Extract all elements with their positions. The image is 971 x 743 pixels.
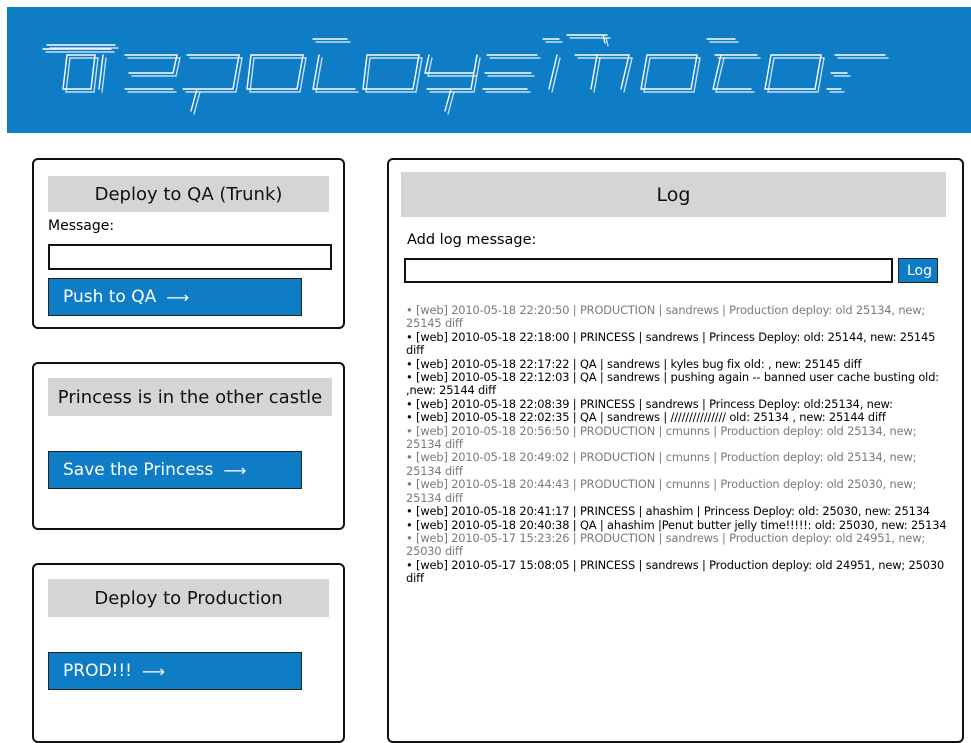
- log-entry: • [web] 2010-05-17 15:08:05 | PRINCESS |…: [406, 557, 945, 586]
- log-entry: • [web] 2010-05-18 20:41:17 | PRINCESS |…: [406, 504, 930, 519]
- log-entry: • [web] 2010-05-17 15:23:26 | PRODUCTION…: [406, 530, 926, 559]
- log-message-input[interactable]: [404, 258, 893, 283]
- log-entry: • [web] 2010-05-18 20:44:43 | PRODUCTION…: [406, 477, 917, 505]
- qa-panel-title: Deploy to QA (Trunk): [48, 176, 329, 212]
- production-panel: Deploy to Production PROD!!! ⟶: [32, 563, 345, 743]
- push-to-qa-label: Push to QA: [63, 287, 157, 307]
- log-entry: • [web] 2010-05-18 22:12:03 | QA | sandr…: [406, 370, 939, 398]
- production-panel-title: Deploy to Production: [48, 579, 329, 617]
- log-entry: • [web] 2010-05-18 22:08:39 | PRINCESS |…: [406, 396, 893, 411]
- log-button[interactable]: Log: [898, 258, 938, 283]
- prod-button-label: PROD!!!: [63, 661, 132, 681]
- qa-deploy-panel: Deploy to QA (Trunk) Message: Push to QA…: [32, 158, 345, 329]
- qa-message-label: Message:: [48, 218, 115, 234]
- deploymotron-logo: [42, 34, 889, 115]
- arrow-right-icon: ⟶: [223, 460, 247, 480]
- header-banner: [7, 7, 971, 133]
- push-to-qa-button[interactable]: Push to QA ⟶: [48, 278, 302, 316]
- log-entry: • [web] 2010-05-18 20:49:02 | PRODUCTION…: [406, 450, 917, 478]
- log-entries-list: • [web] 2010-05-18 22:20:50 | PRODUCTION…: [406, 303, 952, 586]
- log-button-label: Log: [907, 262, 933, 279]
- save-the-princess-label: Save the Princess: [63, 460, 214, 480]
- log-entry: • [web] 2010-05-18 20:56:50 | PRODUCTION…: [406, 423, 917, 452]
- log-panel-title: Log: [401, 172, 946, 217]
- arrow-right-icon: ⟶: [166, 287, 190, 307]
- prod-button[interactable]: PROD!!! ⟶: [48, 652, 302, 690]
- arrow-right-icon: ⟶: [141, 661, 165, 681]
- princess-panel: Princess is in the other castle Save the…: [32, 362, 345, 530]
- princess-panel-title: Princess is in the other castle: [48, 378, 332, 416]
- log-entry: • [web] 2010-05-18 20:40:38 | QA | ahash…: [406, 517, 947, 532]
- log-entry: • [web] 2010-05-18 22:18:00 | PRINCESS |…: [406, 329, 936, 358]
- qa-message-input[interactable]: [48, 244, 332, 270]
- save-the-princess-button[interactable]: Save the Princess ⟶: [48, 451, 302, 489]
- log-entry: • [web] 2010-05-18 22:02:35 | QA | sandr…: [406, 410, 886, 425]
- log-entry: • [web] 2010-05-18 22:20:50 | PRODUCTION…: [406, 303, 926, 331]
- add-log-message-label: Add log message:: [407, 232, 537, 248]
- log-entry: • [web] 2010-05-18 22:17:22 | QA | sandr…: [406, 356, 862, 371]
